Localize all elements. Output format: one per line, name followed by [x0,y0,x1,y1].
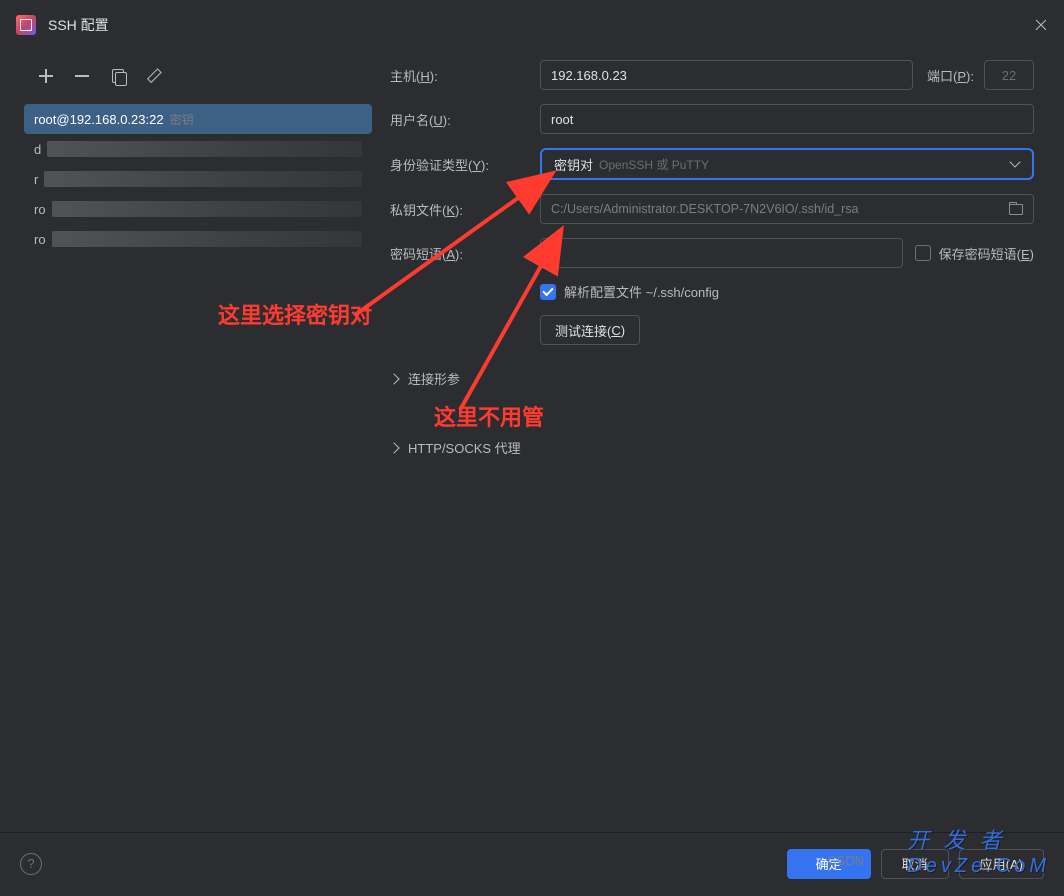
parse-config-label: 解析配置文件 ~/.ssh/config [564,282,719,301]
host-label: 主机(H): [390,66,540,85]
parse-config-checkbox[interactable]: 解析配置文件 ~/.ssh/config [540,282,719,301]
passphrase-input[interactable] [540,238,903,268]
list-item[interactable]: r [24,164,372,194]
passphrase-label: 密码短语(A): [390,244,540,263]
chevron-down-icon [1010,159,1020,169]
list-item-prefix: r [34,172,38,187]
auth-type-label: 身份验证类型(Y): [390,155,540,174]
remove-icon[interactable] [74,68,90,84]
checkbox-icon [915,245,931,261]
private-key-value: C:/Users/Administrator.DESKTOP-7N2V6IO/.… [551,202,859,216]
username-label: 用户名(U): [390,110,540,129]
auth-type-hint: OpenSSH 或 PuTTY [599,156,709,173]
section-connection-params[interactable]: 连接形参 [390,369,1034,388]
dialog-footer: ? 确定 取消 应用(A) [0,832,1064,894]
port-input[interactable]: 22 [984,60,1034,90]
redacted [44,171,362,187]
list-item-label: root@192.168.0.23:22 [34,112,164,127]
checkbox-icon [540,284,556,300]
list-item[interactable]: ro [24,224,372,254]
chevron-right-icon [388,442,399,453]
redacted [52,231,362,247]
section-label: HTTP/SOCKS 代理 [408,438,521,457]
private-key-label: 私钥文件(K): [390,200,540,219]
save-passphrase-checkbox[interactable]: 保存密码短语(E) [915,244,1034,263]
watermark-csdn: CSDN [827,853,864,868]
close-icon[interactable] [1034,18,1048,32]
list-item-prefix: ro [34,232,46,247]
form-panel: 主机(H): 192.168.0.23 端口(P): 22 用户名(U): ro… [380,50,1064,832]
list-item-prefix: d [34,142,41,157]
auth-type-select[interactable]: 密钥对 OpenSSH 或 PuTTY [540,148,1034,180]
sidebar-toolbar [24,60,372,92]
list-item[interactable]: ro [24,194,372,224]
redacted [47,141,362,157]
port-label: 端口(P): [927,66,974,85]
folder-icon[interactable] [1009,204,1023,215]
username-input[interactable]: root [540,104,1034,134]
apply-button[interactable]: 应用(A) [959,849,1044,879]
window-title: SSH 配置 [48,15,109,35]
chevron-right-icon [388,373,399,384]
redacted [52,201,362,217]
list-item[interactable]: d [24,134,372,164]
private-key-input[interactable]: C:/Users/Administrator.DESKTOP-7N2V6IO/.… [540,194,1034,224]
copy-icon[interactable] [110,68,126,84]
cancel-button[interactable]: 取消 [881,849,949,879]
titlebar: SSH 配置 [0,0,1064,50]
add-icon[interactable] [38,68,54,84]
test-connection-button[interactable]: 测试连接(C) [540,315,640,345]
list-item-meta: 密钥 [170,111,194,128]
list-item-prefix: ro [34,202,46,217]
save-passphrase-label: 保存密码短语(E) [939,244,1034,263]
list-item[interactable]: root@192.168.0.23:22 密钥 [24,104,372,134]
sidebar: root@192.168.0.23:22 密钥 d r ro ro [0,50,380,832]
host-input[interactable]: 192.168.0.23 [540,60,913,90]
main-content: root@192.168.0.23:22 密钥 d r ro ro 主机(H):… [0,50,1064,832]
section-http-socks-proxy[interactable]: HTTP/SOCKS 代理 [390,438,1034,457]
edit-icon[interactable] [143,65,166,88]
section-label: 连接形参 [408,369,460,388]
auth-type-value: 密钥对 [554,155,593,174]
app-icon [16,15,36,35]
help-button[interactable]: ? [20,853,42,875]
